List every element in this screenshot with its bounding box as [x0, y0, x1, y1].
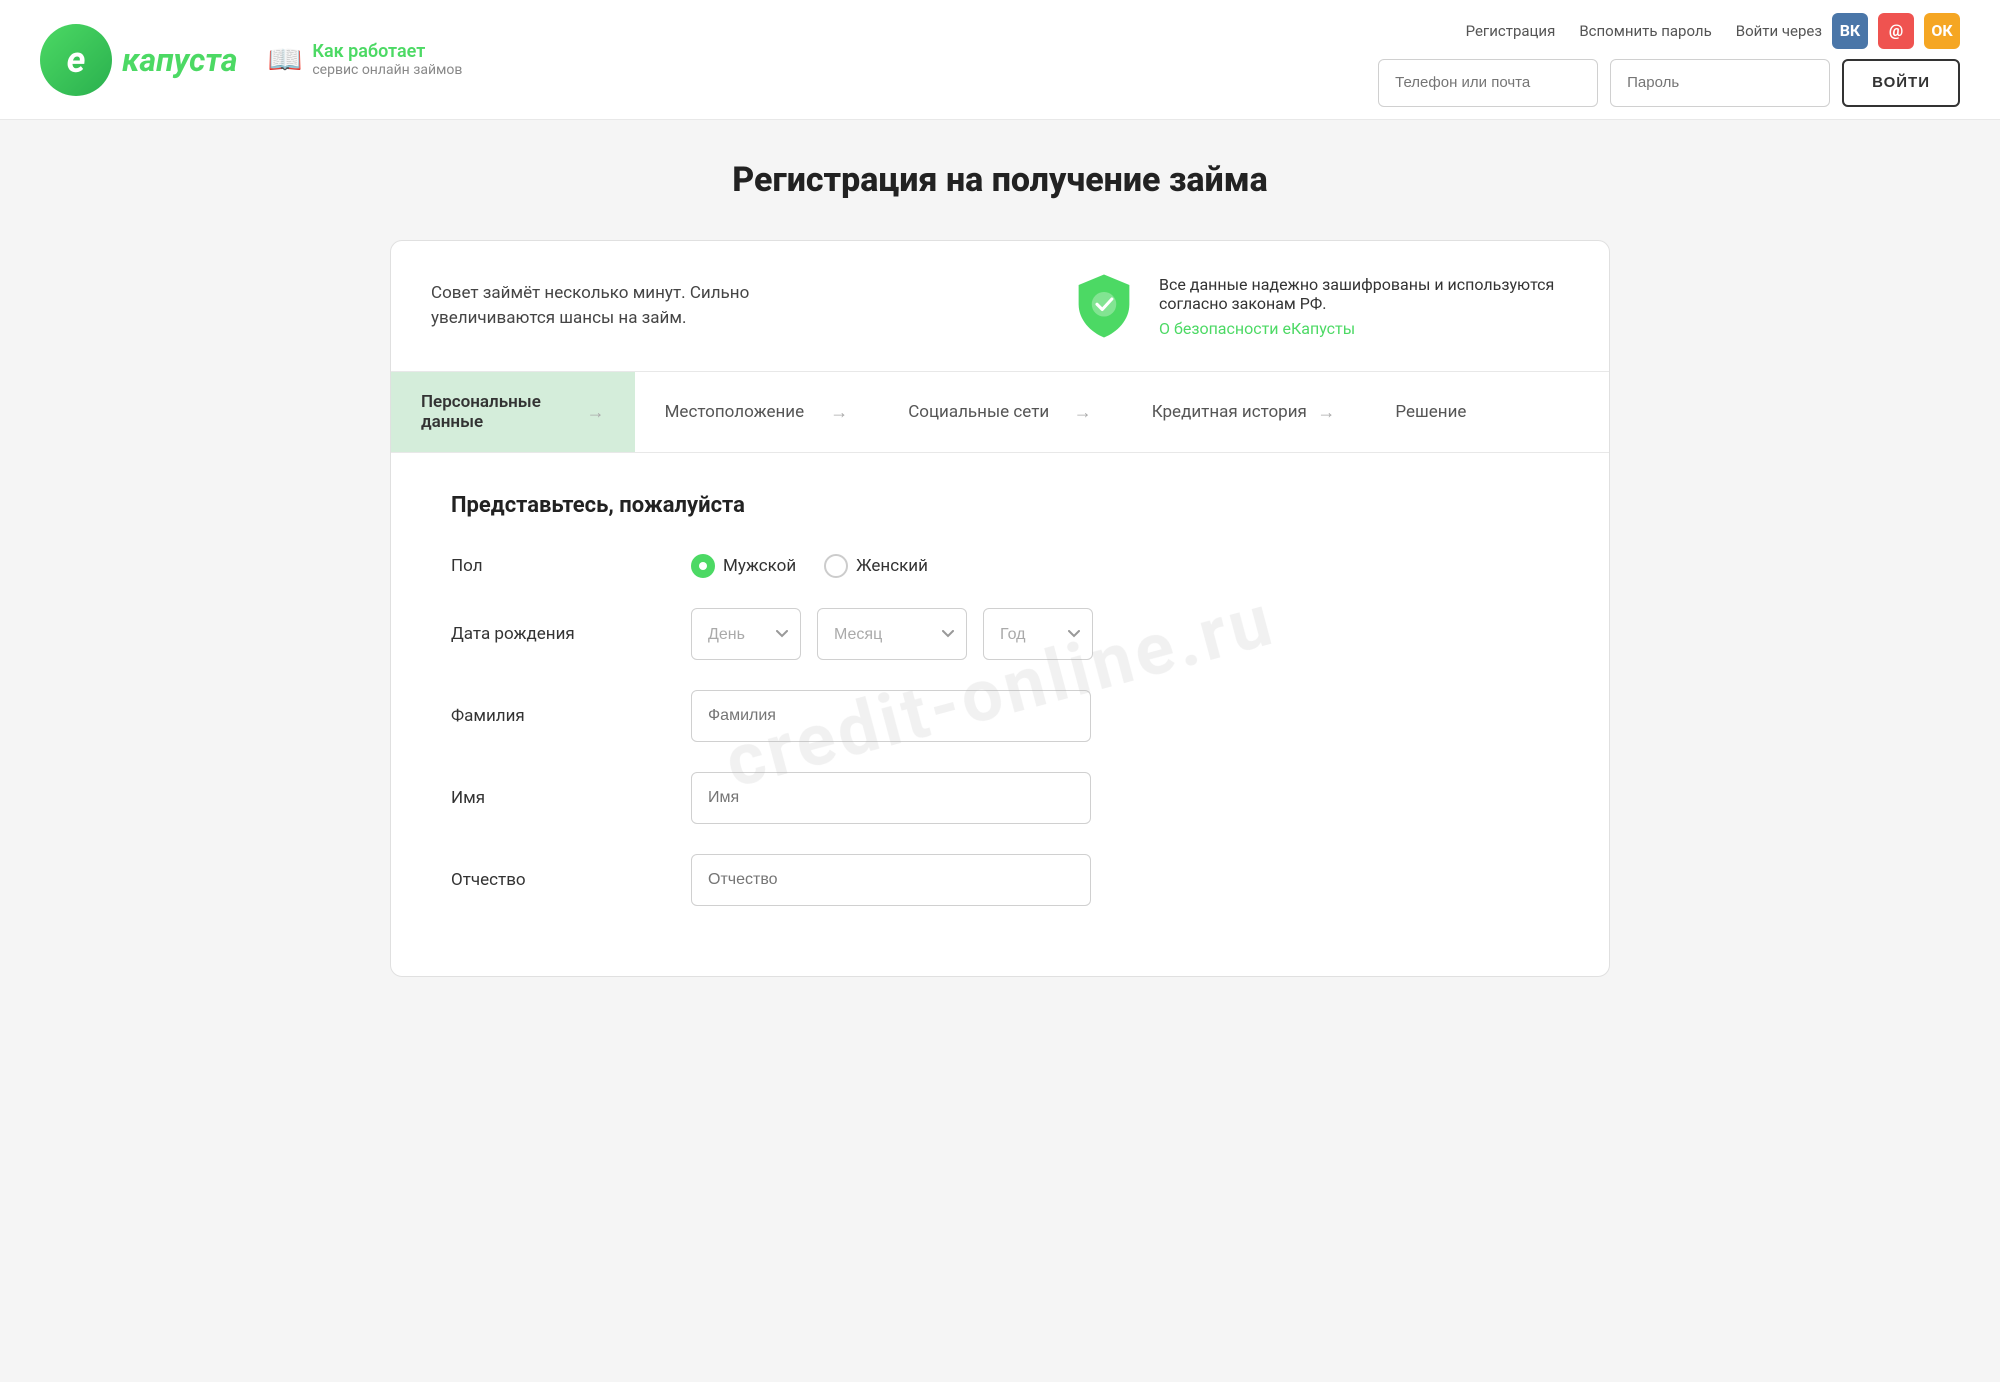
login-via-label: Войти через — [1736, 22, 1822, 40]
step-decision-label: Решение — [1395, 402, 1466, 422]
logo: e капуста — [40, 24, 237, 96]
how-it-works-text: Как работает сервис онлайн займов — [312, 41, 462, 78]
firstname-label: Имя — [451, 788, 671, 808]
ok-login-button[interactable]: ОК — [1924, 13, 1960, 49]
header-form: ВОЙТИ — [1378, 59, 1960, 107]
gender-female-label: Женский — [856, 556, 928, 576]
book-icon: 📖 — [267, 43, 302, 76]
month-select[interactable]: МесяцЯнварьФевральМартАпрельМайИюньИюльА… — [817, 608, 967, 660]
gender-male-option[interactable]: Мужской — [691, 554, 796, 578]
step-arrow-3: → — [1074, 402, 1092, 423]
step-location[interactable]: Местоположение → — [635, 372, 879, 452]
gender-female-radio[interactable] — [824, 554, 848, 578]
firstname-input[interactable] — [691, 772, 1091, 824]
how-it-works-line1: Как работает — [312, 41, 462, 62]
middlename-row: Отчество — [451, 854, 1549, 906]
step-personal-label: Персональные данные — [421, 392, 577, 432]
logo-icon: e — [40, 24, 112, 96]
header-left: e капуста 📖 Как работает сервис онлайн з… — [40, 24, 462, 96]
birthdate-label: Дата рождения — [451, 624, 671, 644]
mail-login-button[interactable]: @ — [1878, 13, 1914, 49]
year-select[interactable]: Год2008200720062005200420032002200120001… — [983, 608, 1093, 660]
gender-row: Пол Мужской Женский — [451, 554, 1549, 578]
middlename-input[interactable] — [691, 854, 1091, 906]
logo-text: капуста — [122, 41, 237, 79]
phone-email-input[interactable] — [1378, 59, 1598, 107]
middlename-label: Отчество — [451, 870, 671, 890]
info-banner-left-text: Совет займёт несколько минут. Сильно уве… — [431, 281, 851, 332]
lastname-row: Фамилия — [451, 690, 1549, 742]
security-link[interactable]: О безопасности еКапусты — [1159, 319, 1355, 338]
gender-male-label: Мужской — [723, 556, 796, 576]
lastname-label: Фамилия — [451, 706, 671, 726]
how-it-works-line2: сервис онлайн займов — [312, 62, 462, 78]
main-content: Регистрация на получение займа Совет зай… — [350, 120, 1650, 1017]
step-arrow-2: → — [830, 402, 848, 423]
form-section-title: Представьтесь, пожалуйста — [451, 493, 1549, 518]
header-right: Регистрация Вспомнить пароль Войти через… — [1378, 13, 1960, 107]
header: e капуста 📖 Как работает сервис онлайн з… — [0, 0, 2000, 120]
form-area: Представьтесь, пожалуйста Пол Мужской Же… — [391, 453, 1609, 976]
page-title: Регистрация на получение займа — [390, 160, 1610, 200]
middlename-controls — [691, 854, 1549, 906]
register-link[interactable]: Регистрация — [1466, 22, 1556, 40]
info-banner-right: Все данные надежно зашифрованы и использ… — [1069, 271, 1569, 341]
how-it-works-link[interactable]: 📖 Как работает сервис онлайн займов — [267, 41, 462, 78]
remember-password-link[interactable]: Вспомнить пароль — [1579, 22, 1711, 40]
header-top-links: Регистрация Вспомнить пароль Войти через… — [1466, 13, 1960, 49]
info-banner-right-text: Все данные надежно зашифрованы и использ… — [1159, 275, 1569, 338]
steps-bar: Персональные данные → Местоположение → С… — [391, 372, 1609, 453]
step-arrow-1: → — [587, 402, 605, 423]
gender-label: Пол — [451, 556, 671, 576]
gender-male-radio[interactable] — [691, 554, 715, 578]
firstname-row: Имя — [451, 772, 1549, 824]
step-social[interactable]: Социальные сети → — [878, 372, 1122, 452]
step-credit-label: Кредитная история — [1152, 402, 1307, 422]
password-input[interactable] — [1610, 59, 1830, 107]
gender-female-option[interactable]: Женский — [824, 554, 928, 578]
step-decision[interactable]: Решение — [1365, 372, 1609, 452]
birthdate-controls: День123456789101112131415161718192021222… — [691, 608, 1549, 660]
shield-icon — [1069, 271, 1139, 341]
firstname-controls — [691, 772, 1549, 824]
step-arrow-4: → — [1317, 402, 1335, 423]
login-button[interactable]: ВОЙТИ — [1842, 59, 1960, 107]
step-location-label: Местоположение — [665, 402, 805, 422]
lastname-controls — [691, 690, 1549, 742]
lastname-input[interactable] — [691, 690, 1091, 742]
security-text: Все данные надежно зашифрованы и использ… — [1159, 275, 1569, 313]
birthdate-row: Дата рождения День1234567891011121314151… — [451, 608, 1549, 660]
step-credit[interactable]: Кредитная история → — [1122, 372, 1366, 452]
info-banner: Совет займёт несколько минут. Сильно уве… — [391, 241, 1609, 372]
gender-controls: Мужской Женский — [691, 554, 1549, 578]
step-social-label: Социальные сети — [908, 402, 1049, 422]
vk-login-button[interactable]: ВК — [1832, 13, 1868, 49]
day-select[interactable]: День123456789101112131415161718192021222… — [691, 608, 801, 660]
registration-card: Совет займёт несколько минут. Сильно уве… — [390, 240, 1610, 977]
social-login: Войти через ВК @ ОК — [1736, 13, 1960, 49]
step-personal[interactable]: Персональные данные → — [391, 372, 635, 452]
